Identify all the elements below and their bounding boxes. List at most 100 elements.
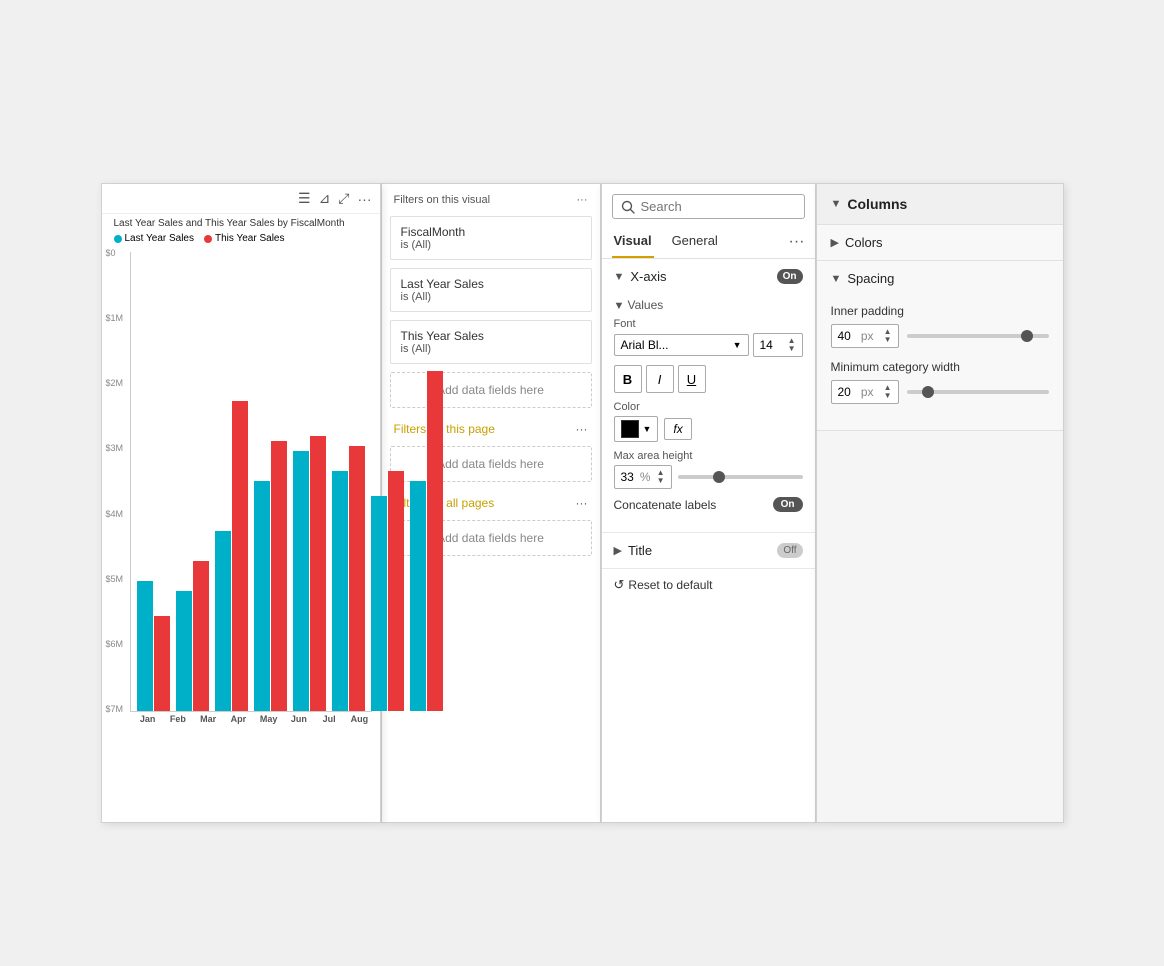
font-label: Font <box>614 318 803 330</box>
spacing-header[interactable]: ▼ Spacing <box>817 261 1063 296</box>
min-category-spinners[interactable]: ▲ ▼ <box>884 384 892 400</box>
title-section[interactable]: ▶ Title Off <box>602 533 815 569</box>
bar-blue-may <box>293 451 309 711</box>
bar-red-jun <box>349 446 365 711</box>
columns-title: Columns <box>847 196 907 212</box>
right-panel: ▼ Columns ▶ Colors ▼ Spacing Inner paddi… <box>816 183 1064 823</box>
x-label-jan: Jan <box>136 714 160 724</box>
font-size-spinners[interactable]: ▲ ▼ <box>788 337 796 353</box>
bar-blue-mar <box>215 531 231 711</box>
format-buttons: B I U <box>614 365 803 393</box>
tab-visual[interactable]: Visual <box>612 225 654 258</box>
spacing-chevron: ▼ <box>831 273 842 285</box>
x-axis-toggle[interactable]: On <box>777 269 803 284</box>
underline-button[interactable]: U <box>678 365 706 393</box>
filter-last-year-sales[interactable]: Last Year Sales is (All) <box>390 268 592 312</box>
min-category-box[interactable]: 20 px ▲ ▼ <box>831 380 899 404</box>
font-dropdown-icon: ▼ <box>733 340 742 350</box>
bar-red-feb <box>193 561 209 711</box>
y-labels: $7M $6M $5M $4M $3M $2M $1M $0 <box>106 248 124 714</box>
min-category-unit: px <box>861 385 874 399</box>
bar-red-mar <box>232 401 248 711</box>
x-label-aug: Aug <box>347 714 371 724</box>
font-size-box[interactable]: 14 ▲ ▼ <box>753 333 803 357</box>
values-subsection-title: ▼ Values <box>614 298 803 312</box>
inner-padding-thumb <box>1021 330 1033 342</box>
chart-panel: ☰ ⊿ ⤢ ··· Last Year Sales and This Year … <box>101 183 381 823</box>
concat-label: Concatenate labels <box>614 498 717 512</box>
min-category-label: Minimum category width <box>831 360 1049 374</box>
percent-unit: % <box>640 470 651 484</box>
filter-icon[interactable]: ⊿ <box>319 190 331 207</box>
bar-group-jul <box>371 471 404 711</box>
font-select[interactable]: Arial Bl... ▼ <box>614 334 749 356</box>
inner-padding-row: 40 px ▲ ▼ <box>831 324 1049 348</box>
y-label: $0 <box>106 248 124 258</box>
colors-chevron: ▶ <box>831 236 839 249</box>
tab-more-icon[interactable]: ··· <box>789 233 805 251</box>
more-icon[interactable]: ··· <box>358 191 372 207</box>
bar-blue-jan <box>137 581 153 711</box>
chart-legend: Last Year Sales This Year Sales <box>102 231 380 248</box>
percent-box[interactable]: 33 % ▲ ▼ <box>614 465 672 489</box>
spacing-content: Inner padding 40 px ▲ ▼ Minimum catego <box>817 296 1063 430</box>
chart-area: $7M $6M $5M $4M $3M $2M $1M $0 <box>102 248 380 738</box>
x-axis-header[interactable]: ▼ X-axis On <box>602 259 815 294</box>
y-label: $4M <box>106 509 124 519</box>
filter-this-year-sales[interactable]: This Year Sales is (All) <box>390 320 592 364</box>
filter-all-more-icon[interactable]: ··· <box>576 496 588 510</box>
search-input[interactable] <box>641 199 796 214</box>
colors-title: Colors <box>845 235 883 250</box>
y-label: $6M <box>106 639 124 649</box>
bold-button[interactable]: B <box>614 365 642 393</box>
color-dropdown-icon: ▼ <box>643 424 652 434</box>
min-category-slider[interactable] <box>907 390 1049 394</box>
title-toggle[interactable]: Off <box>777 543 802 558</box>
inner-padding-box[interactable]: 40 px ▲ ▼ <box>831 324 899 348</box>
x-labels: Jan Feb Mar Apr May Jun Jul Aug <box>130 712 372 724</box>
tab-general[interactable]: General <box>670 225 720 258</box>
colors-header[interactable]: ▶ Colors <box>817 225 1063 260</box>
expand-icon[interactable]: ⤢ <box>338 190 349 207</box>
bar-group-mar <box>215 401 248 711</box>
filter-fiscal-month[interactable]: FiscalMonth is (All) <box>390 216 592 260</box>
columns-header: ▼ Columns <box>817 184 1063 225</box>
x-label-apr: Apr <box>226 714 250 724</box>
title-label: Title <box>628 543 771 558</box>
bar-group-feb <box>176 561 209 711</box>
max-height-slider[interactable] <box>678 475 803 479</box>
filter-page-more-icon[interactable]: ··· <box>576 422 588 436</box>
fx-button[interactable]: fx <box>664 418 691 440</box>
inner-padding-spinners[interactable]: ▲ ▼ <box>884 328 892 344</box>
inner-padding-unit: px <box>861 329 874 343</box>
search-box[interactable] <box>612 194 805 219</box>
x-axis-chevron: ▼ <box>614 271 625 283</box>
color-swatch-button[interactable]: ▼ <box>614 416 659 442</box>
concat-row: Concatenate labels On <box>614 497 803 512</box>
color-label: Color <box>614 401 803 413</box>
max-height-label: Max area height <box>614 450 803 462</box>
format-panel: Visual General ··· ▼ X-axis On ▼ Values … <box>601 183 816 823</box>
title-chevron: ▶ <box>614 544 622 557</box>
reset-label: Reset to default <box>628 578 712 592</box>
bar-red-jan <box>154 616 170 711</box>
hamburger-icon[interactable]: ☰ <box>298 190 311 207</box>
bar-red-aug <box>427 371 443 711</box>
max-height-row: 33 % ▲ ▼ <box>614 465 803 489</box>
concat-toggle[interactable]: On <box>773 497 803 512</box>
min-category-row: 20 px ▲ ▼ <box>831 380 1049 404</box>
inner-padding-slider[interactable] <box>907 334 1049 338</box>
values-chevron: ▼ <box>614 300 628 312</box>
x-label-jun: Jun <box>287 714 311 724</box>
bars-container <box>130 252 372 712</box>
filter-more-icon[interactable]: ··· <box>577 194 588 206</box>
y-label: $1M <box>106 313 124 323</box>
italic-button[interactable]: I <box>646 365 674 393</box>
bar-blue-feb <box>176 591 192 711</box>
percent-spinners[interactable]: ▲ ▼ <box>657 469 665 485</box>
filter-visual-header: Filters on this visual ··· <box>382 184 600 212</box>
reset-row[interactable]: ↺ Reset to default <box>602 569 815 601</box>
x-label-feb: Feb <box>166 714 190 724</box>
x-label-may: May <box>257 714 281 724</box>
font-row: Arial Bl... ▼ 14 ▲ ▼ <box>614 333 803 357</box>
